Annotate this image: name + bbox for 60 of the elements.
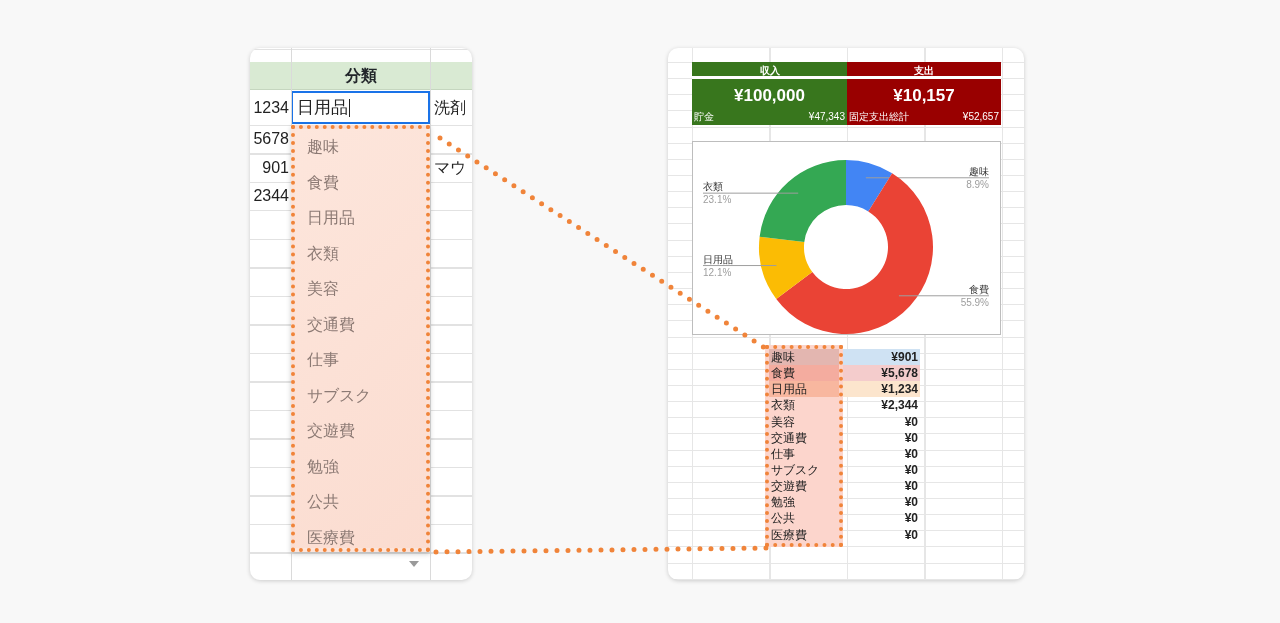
summary-sub-amount: ¥47,343 — [808, 110, 845, 124]
slice-percent: 12.1% — [703, 266, 732, 278]
table-cell-text: ¥0 — [903, 494, 919, 511]
table-cell-text: 901 — [261, 157, 290, 178]
dropdown-option[interactable]: 美容 — [295, 271, 426, 307]
table-cell-text: マウ — [433, 157, 467, 178]
table-cell: 趣味 — [769, 349, 839, 366]
table-cell-text: ¥0 — [903, 413, 919, 430]
dropdown-option[interactable]: 日用品 — [295, 200, 426, 236]
slice-label: 趣味 — [969, 165, 989, 177]
table-cell-text: ¥0 — [903, 462, 919, 479]
table-cell-text: 衣類 — [770, 397, 796, 414]
dropdown-caret-icon[interactable] — [409, 561, 419, 567]
slice-percent: 23.1% — [703, 194, 732, 206]
dropdown-option[interactable]: 交遊費 — [295, 413, 426, 449]
table-cell-text: ¥0 — [903, 445, 919, 462]
table-cell: ¥901 — [843, 349, 920, 366]
summary-amount: ¥10,157 — [892, 85, 956, 107]
summary-amount: ¥100,000 — [733, 85, 806, 107]
summary-sub-label: 貯金 — [694, 110, 714, 124]
table-cell-text: 洗剤 — [433, 97, 467, 118]
table-cell-text: 交遊費 — [770, 478, 808, 495]
dropdown-option[interactable]: 勉強 — [295, 448, 426, 484]
table-cell: ¥1,234 — [843, 381, 920, 398]
table-cell-text: 仕事 — [770, 445, 796, 462]
dropdown-option[interactable]: 衣類 — [295, 235, 426, 271]
table-cell-text: 交通費 — [770, 429, 808, 446]
table-cell-text: 美容 — [770, 413, 796, 430]
table-cell-text: ¥0 — [903, 478, 919, 495]
table-cell-text: ¥0 — [903, 526, 919, 543]
dropdown-option[interactable]: 交通費 — [295, 306, 426, 342]
dropdown-option[interactable]: 医療費 — [295, 519, 426, 555]
summary-sub-label: 固定支出総計 — [849, 110, 909, 124]
slice-label: 日用品 — [703, 253, 733, 265]
table-cell: 日用品 — [769, 381, 839, 398]
table-cell-text: ¥0 — [903, 510, 919, 527]
table-cell-text: 1234 — [252, 97, 290, 118]
table-cell-text: 医療費 — [770, 526, 808, 543]
table-cell-text: サブスク — [770, 462, 820, 479]
table-cell: 食費 — [769, 365, 839, 382]
slice-percent: 55.9% — [960, 296, 989, 308]
dropdown-option[interactable]: 食費 — [295, 164, 426, 200]
table-cell-text: 勉強 — [770, 494, 796, 511]
slice-percent: 8.9% — [966, 178, 989, 190]
dropdown-option[interactable]: 趣味 — [295, 129, 426, 165]
summary-label: 支出 — [847, 62, 1001, 79]
summary-sub-amount: ¥52,657 — [962, 110, 999, 124]
slice-label: 衣類 — [703, 181, 723, 193]
table-cell-text: ¥0 — [903, 429, 919, 446]
dropdown-option[interactable]: サブスク — [295, 377, 426, 413]
slice-label: 食費 — [969, 283, 989, 295]
table-cell-text: ¥2,344 — [880, 397, 919, 414]
table-cell-text: 公共 — [770, 510, 796, 527]
table-cell-text: 2344 — [252, 186, 290, 207]
column-header: 分類 — [343, 66, 378, 86]
summary-label: 収入 — [692, 62, 847, 79]
table-cell: ¥5,678 — [843, 365, 920, 382]
dropdown-option[interactable]: 仕事 — [295, 342, 426, 378]
dropdown-option[interactable]: 公共 — [295, 484, 426, 520]
table-cell-text: 5678 — [252, 129, 290, 150]
